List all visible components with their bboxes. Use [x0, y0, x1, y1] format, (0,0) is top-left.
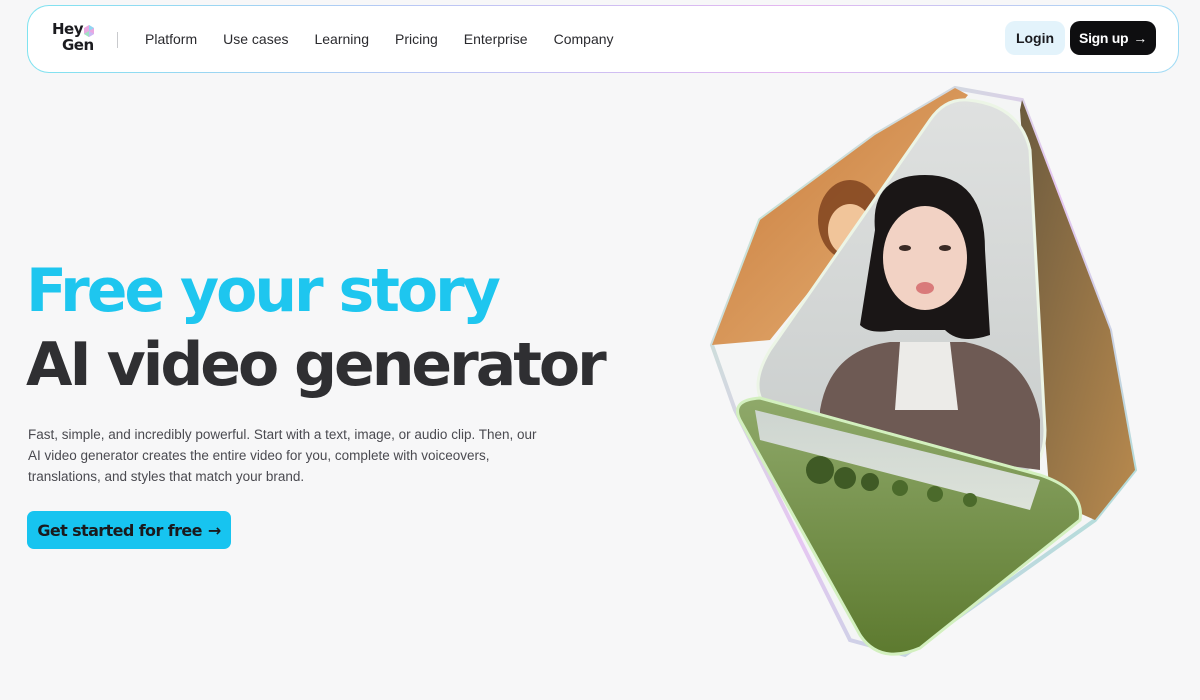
login-button[interactable]: Login	[1005, 21, 1065, 55]
arrow-right-icon: →	[1133, 30, 1147, 46]
signup-button-label: Sign up	[1079, 30, 1129, 46]
hero-headline-primary: Free your story	[26, 256, 501, 326]
get-started-label: Get started for free	[37, 520, 202, 540]
login-button-label: Login	[1015, 30, 1055, 46]
nav-link-platform[interactable]: Platform	[145, 31, 197, 47]
nav-links: Platform Use cases Learning Pricing Ente…	[145, 6, 640, 72]
nav-link-use-cases[interactable]: Use cases	[223, 31, 288, 47]
heygen-logo[interactable]: Hey Gen	[52, 22, 100, 56]
get-started-button[interactable]: Get started for free →	[27, 511, 231, 549]
arrow-right-icon: →	[207, 520, 221, 540]
nav-link-learning[interactable]: Learning	[314, 31, 369, 47]
logo-text-gen: Gen	[62, 36, 94, 54]
hero-description: Fast, simple, and incredibly powerful. S…	[28, 427, 537, 484]
hero-video-cube-illustration	[709, 85, 1138, 658]
nav-link-enterprise[interactable]: Enterprise	[464, 31, 528, 47]
logo-text-hey: Hey	[52, 20, 84, 38]
logo-mark-icon	[84, 25, 94, 37]
hero-headline-secondary: AI video generator	[26, 330, 607, 400]
signup-button[interactable]: Sign up →	[1070, 21, 1156, 55]
top-navbar: Hey Gen Platform Use cases Learning Pric…	[27, 5, 1179, 73]
nav-divider	[117, 32, 118, 48]
nav-link-pricing[interactable]: Pricing	[395, 31, 438, 47]
nav-link-company[interactable]: Company	[554, 31, 614, 47]
